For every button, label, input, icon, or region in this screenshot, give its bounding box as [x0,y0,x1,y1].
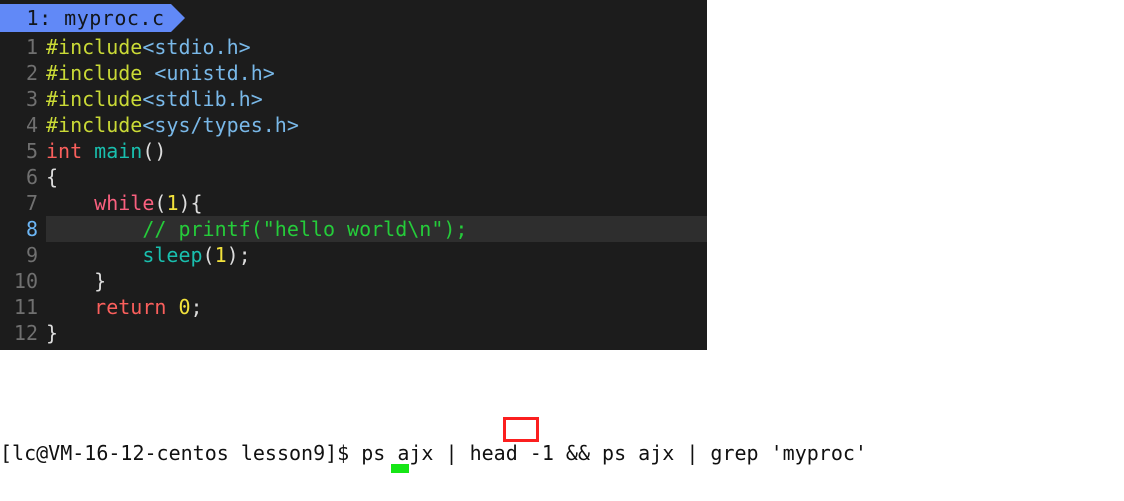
code-content[interactable]: 1 #include<stdio.h> 2 #include <unistd.h> 3 #… [0,34,707,346]
code-token: { [46,165,59,189]
code-token: <stdio.h> [142,35,251,59]
code-token: while [94,191,155,215]
code-line-text: #include<sys/types.h> [46,113,299,137]
terminal-pane[interactable]: [lc@VM-16-12-centos lesson9]$ ps ajx | h… [0,362,1124,501]
code-line-text: #include <unistd.h> [46,61,275,85]
line-number: 2 [25,61,38,85]
code-line-text: // printf("hello world\n"); [46,217,467,241]
code-line-text: sleep(1); [46,243,251,267]
line-number: 7 [25,191,38,215]
code-token: } [46,321,59,345]
code-token: #include [46,113,143,137]
editor-tab-myproc-c[interactable]: 1: myproc.c [0,4,184,32]
code-line-text: } [46,321,58,345]
code-line-text: } [46,269,106,293]
code-token: <unistd.h> [154,61,275,85]
code-token: ); [226,243,251,267]
code-token: () [142,139,167,163]
line-number: 3 [25,87,38,111]
editor-tab-bar: 1: myproc.c [0,4,707,32]
code-token: return [94,295,167,319]
code-line: 11 return 0; [0,294,707,320]
line-number: 5 [25,139,38,163]
code-token: 1 [166,191,179,215]
code-token: #include [46,87,143,111]
line-number: 6 [25,165,38,189]
code-line-text: int main() [46,139,166,163]
code-line: 6{ [0,164,707,190]
code-token: <stdlib.h> [142,87,263,111]
terminal-cursor [391,464,409,473]
line-number: 4 [25,113,38,137]
code-line-text: return 0; [46,295,203,319]
code-token: main [94,139,143,163]
code-line: 5 int main() [0,138,707,164]
code-line: 1 #include<stdio.h> [0,34,707,60]
code-line: 2 #include <unistd.h> [0,60,707,86]
code-line: 10 } [0,268,707,294]
code-token: 1 [214,243,227,267]
line-number: 1 [25,35,38,59]
code-line: 12} [0,320,707,346]
code-line-text: #include<stdio.h> [46,35,251,59]
code-line-text: #include<stdlib.h> [46,87,263,111]
code-line: 9 sleep(1); [0,242,707,268]
code-token: 0 [178,295,191,319]
code-line: 8 // printf("hello world\n"); [0,216,707,242]
code-token: sleep [142,243,203,267]
code-line-text: { [46,165,58,189]
code-line: 3 #include<stdlib.h> [0,86,707,112]
code-editor-pane: 1: myproc.c 1 #include<stdio.h> 2 #include … [0,0,707,350]
code-token: ){ [178,191,203,215]
code-token: ( [202,243,215,267]
code-token: ( [154,191,167,215]
code-token: ; [190,295,203,319]
code-token: } [46,269,107,293]
line-number: 8 [0,216,46,242]
line-number: 12 [13,321,38,345]
code-token: #include [46,35,143,59]
code-token: <sys/types.h> [142,113,299,137]
code-token: #include [46,61,143,85]
code-token: // printf("hello world\n"); [142,217,468,241]
code-line: 4 #include<sys/types.h> [0,112,707,138]
line-number: 10 [13,269,38,293]
line-number: 9 [25,243,38,267]
line-number: 11 [13,295,38,319]
code-token: int [46,139,83,163]
code-line-text: while(1){ [46,191,203,215]
terminal-prompt-line: [lc@VM-16-12-centos lesson9]$ ps ajx | h… [0,441,867,465]
code-line: 7 while(1){ [0,190,707,216]
